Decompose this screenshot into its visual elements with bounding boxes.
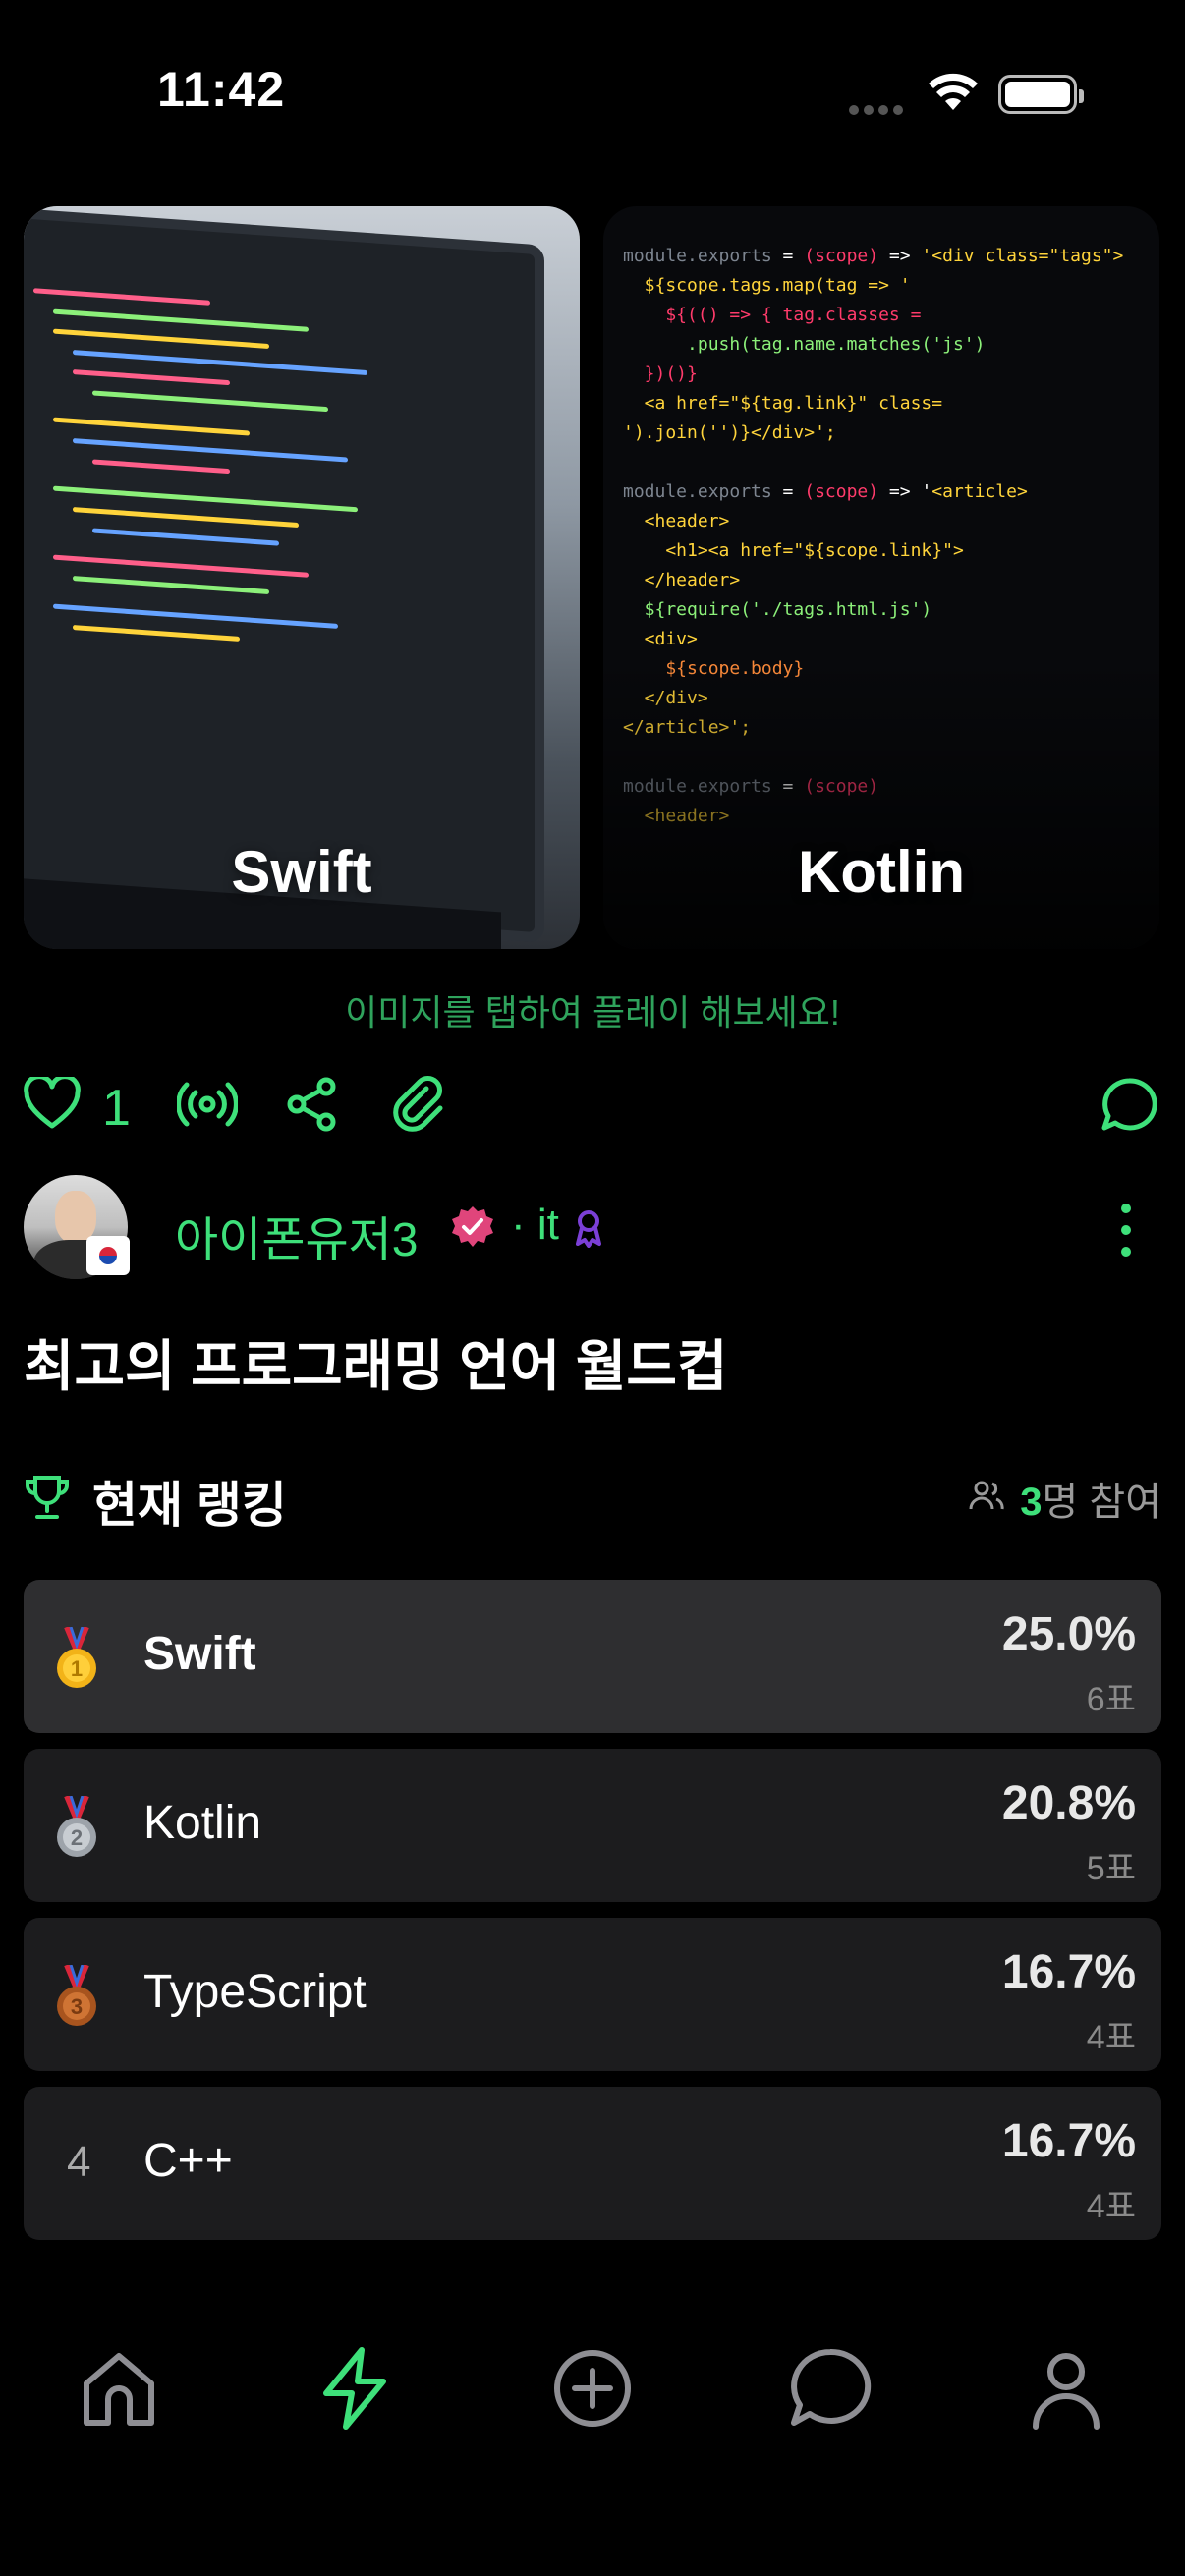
ranking-item-rank: 4	[67, 2138, 91, 2186]
verified-badge-icon	[450, 1204, 495, 1255]
ranking-heading: 현재 랭킹	[92, 1478, 287, 1533]
username[interactable]: 아이폰유저3	[175, 1201, 419, 1269]
ranking-item-name: C++	[143, 2135, 233, 2187]
matchup-card-right[interactable]: module.exports = (scope) => '<div class=…	[603, 206, 1159, 949]
svg-text:3: 3	[71, 1994, 83, 2019]
participant-count: 3명 참여	[1020, 1481, 1161, 1524]
tab-plus-circle-icon[interactable]	[548, 2344, 637, 2433]
attachment-icon[interactable]	[389, 1075, 448, 1134]
ranking-item-percent: 25.0%	[1001, 1608, 1136, 1660]
signal-icon	[849, 102, 908, 115]
more-options-icon[interactable]	[1108, 1201, 1144, 1264]
ranking-item-percent: 20.8%	[1001, 1777, 1136, 1829]
ranking-item-name: TypeScript	[143, 1966, 367, 2018]
post-title: 최고의 프로그래밍 언어 월드컵	[24, 1335, 728, 1397]
award-ribbon-icon	[574, 1208, 603, 1253]
ranking-item-name: Kotlin	[143, 1797, 262, 1849]
ranking-row[interactable]: 2 Kotlin 20.8% 5표	[24, 1749, 1161, 1902]
play-hint-text: 이미지를 탭하여 플레이 해보세요!	[345, 992, 840, 1033]
tab-profile-icon[interactable]	[1022, 2344, 1110, 2433]
svg-text:1: 1	[71, 1656, 83, 1681]
card-label-left: Swift	[231, 839, 372, 905]
comment-icon[interactable]	[1100, 1077, 1157, 1132]
status-time: 11:42	[157, 62, 286, 117]
svg-text:2: 2	[71, 1825, 83, 1850]
tab-chat-icon[interactable]	[786, 2344, 875, 2433]
people-icon	[969, 1480, 1004, 1516]
trophy-icon	[24, 1474, 71, 1526]
ranking-item-votes: 6표	[1086, 1681, 1136, 1718]
ranking-item-percent: 16.7%	[1001, 2115, 1136, 2167]
tab-bolt-icon[interactable]	[310, 2344, 399, 2433]
tab-home-icon[interactable]	[75, 2344, 163, 2433]
ranking-item-votes: 4표	[1086, 2019, 1136, 2056]
korea-flag-icon	[86, 1236, 130, 1275]
ranking-row[interactable]: 3 TypeScript 16.7% 4표	[24, 1918, 1161, 2071]
heart-icon[interactable]	[24, 1077, 81, 1130]
silver-medal-icon: 2	[55, 1794, 98, 1864]
ranking-item-votes: 4표	[1086, 2188, 1136, 2225]
gold-medal-icon: 1	[55, 1625, 98, 1695]
like-count: 1	[102, 1080, 131, 1137]
ranking-item-name: Swift	[143, 1628, 256, 1680]
laptop-image	[24, 206, 544, 943]
share-icon[interactable]	[285, 1077, 340, 1132]
ranking-row[interactable]: 1 Swift 25.0% 6표	[24, 1580, 1161, 1733]
battery-icon	[998, 75, 1084, 114]
ranking-item-percent: 16.7%	[1001, 1946, 1136, 1998]
card-label-right: Kotlin	[798, 839, 965, 905]
matchup-card-left[interactable]: Swift	[24, 206, 580, 949]
wifi-icon	[928, 73, 979, 117]
broadcast-icon[interactable]	[177, 1079, 238, 1130]
ranking-row[interactable]: 4 C++ 16.7% 4표	[24, 2087, 1161, 2240]
bronze-medal-icon: 3	[55, 1963, 98, 2033]
user-category: · it	[511, 1201, 559, 1249]
ranking-item-votes: 5표	[1086, 1850, 1136, 1887]
